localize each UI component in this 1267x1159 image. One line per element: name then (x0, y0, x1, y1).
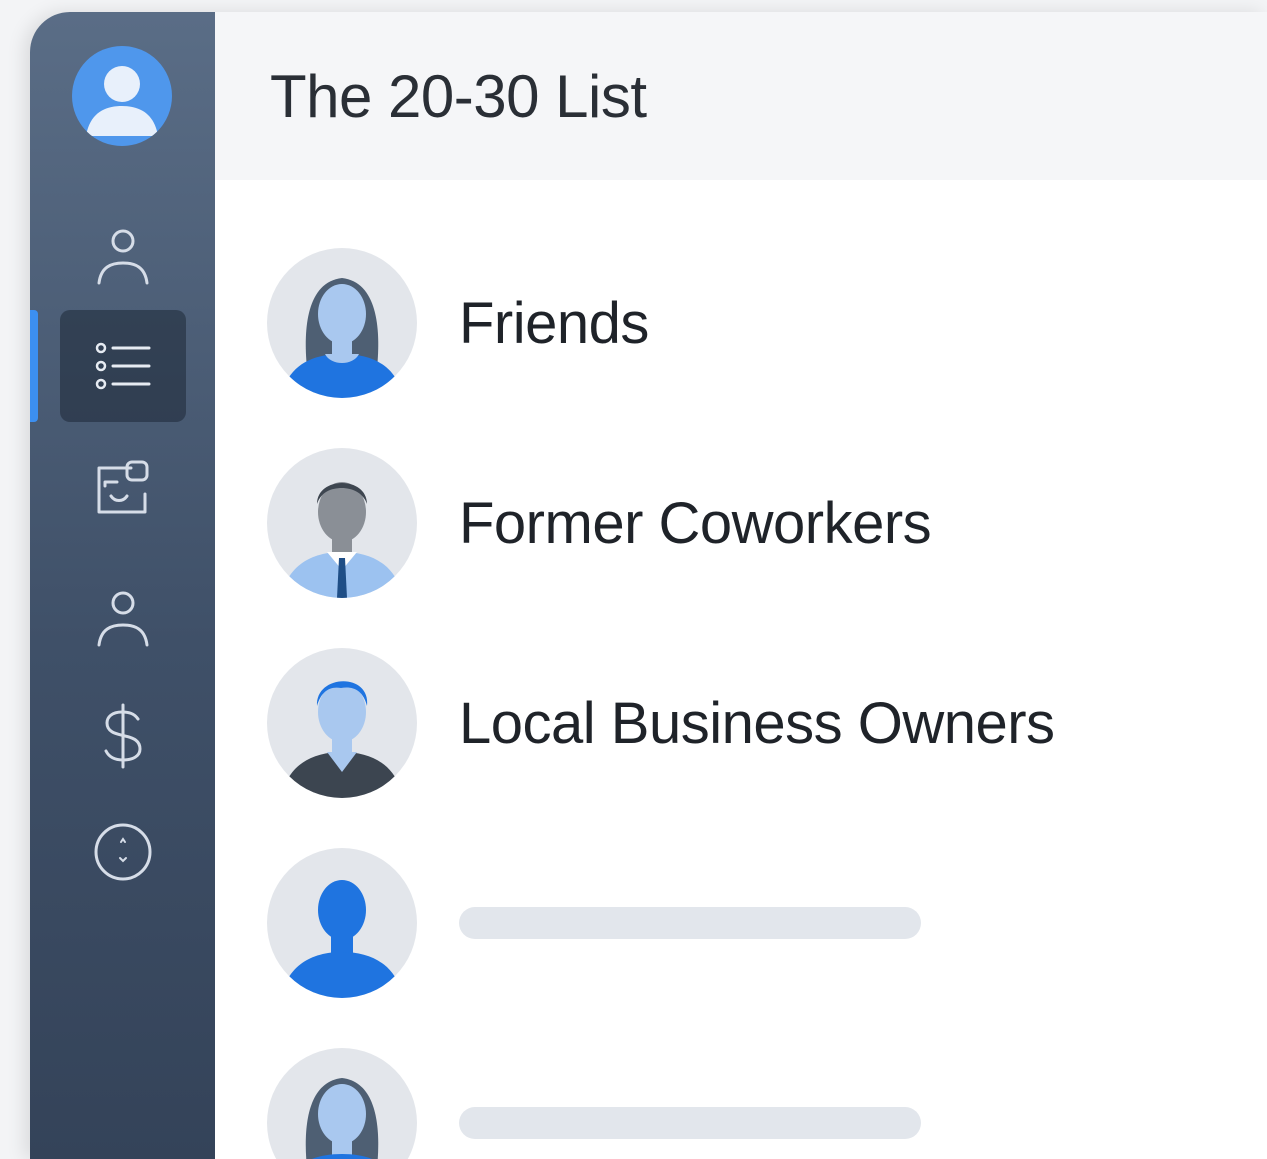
woman-avatar (267, 1048, 417, 1159)
list-label: Friends (459, 290, 649, 356)
sidebar-item-people[interactable] (60, 562, 186, 674)
page-title: The 20-30 List (270, 63, 647, 130)
info-circle-icon (91, 820, 155, 884)
person-icon (93, 223, 153, 289)
dollar-icon (98, 701, 148, 771)
page-header: The 20-30 List (215, 12, 1267, 181)
list-label: Former Coworkers (459, 490, 932, 556)
user-avatar-icon[interactable] (72, 46, 172, 146)
sidebar-item-info[interactable] (60, 796, 186, 908)
sidebar (30, 12, 215, 1159)
list-label: Local Business Owners (459, 690, 1055, 756)
list-item-placeholder[interactable] (267, 1046, 1267, 1159)
active-nav-indicator (30, 310, 38, 422)
person-silhouette-avatar (267, 848, 417, 998)
contact-lists: Friends Former Coworkers Local Business … (215, 180, 1267, 1159)
list-item-former-coworkers[interactable]: Former Coworkers (267, 446, 1267, 600)
loading-text-placeholder (459, 1107, 921, 1139)
list-item-friends[interactable]: Friends (267, 246, 1267, 400)
person-icon (93, 585, 153, 651)
list-item-local-business-owners[interactable]: Local Business Owners (267, 646, 1267, 800)
man-suit-avatar (267, 648, 417, 798)
sidebar-item-payments[interactable] (60, 680, 186, 792)
inbox-icon (91, 456, 155, 520)
sidebar-item-lists[interactable] (60, 310, 186, 422)
app-window: The 20-30 List Friends Former Coworkers … (30, 12, 1267, 1159)
sidebar-item-contacts[interactable] (60, 200, 186, 312)
woman-avatar (267, 248, 417, 398)
loading-text-placeholder (459, 907, 921, 939)
list-item-placeholder[interactable] (267, 846, 1267, 1000)
man-tie-avatar (267, 448, 417, 598)
sidebar-item-inbox[interactable] (60, 432, 186, 544)
list-icon (91, 334, 155, 398)
